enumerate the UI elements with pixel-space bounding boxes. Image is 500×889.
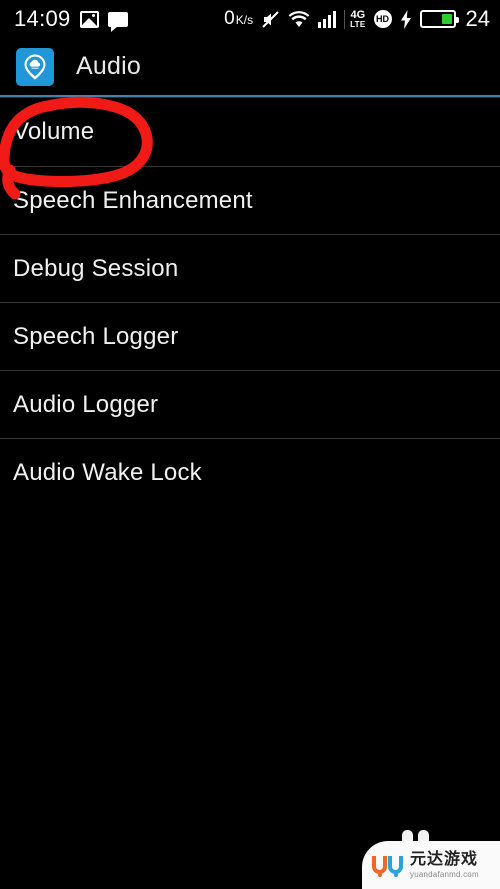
watermark-card: 元达游戏 yuandafanmd.com — [362, 841, 500, 889]
watermark-text: 元达游戏 yuandafanmd.com — [410, 850, 479, 879]
list-item-label: Volume — [13, 118, 95, 145]
photo-icon — [79, 10, 99, 28]
list-item[interactable]: Speech Enhancement — [0, 166, 500, 234]
list-item-label: Debug Session — [13, 254, 179, 282]
lte-top-label: 4G — [350, 8, 366, 21]
lte-bottom-label: LTE — [350, 19, 366, 29]
list-item[interactable]: Audio Logger — [0, 370, 500, 438]
battery-icon — [419, 10, 459, 28]
signal-icon — [318, 10, 337, 28]
cloud-pin-icon — [16, 47, 54, 86]
list-item-label: Audio Wake Lock — [13, 458, 202, 486]
network-speed-unit: K/s — [235, 13, 254, 27]
watermark-mascot-ears — [402, 830, 429, 843]
status-bar-right: 0 K/s 4G LTE HD 24 — [224, 6, 490, 32]
app-bar: Audio — [0, 38, 500, 95]
phone-screen: 14:09 0 K/s 4G LTE HD 24 Audio Volume Sp… — [0, 0, 500, 889]
header-accent-divider — [0, 95, 500, 98]
battery-fill — [442, 14, 452, 24]
message-icon — [107, 11, 128, 32]
wifi-icon — [288, 10, 310, 28]
list-item-label: Speech Enhancement — [13, 186, 253, 214]
network-speed: 0 K/s — [224, 8, 253, 30]
status-bar-left: 14:09 — [14, 6, 128, 32]
page-title: Audio — [76, 52, 141, 80]
hd-icon: HD — [373, 10, 392, 28]
settings-list: Volume Speech Enhancement Debug Session Spe… — [0, 98, 500, 506]
charging-bolt-icon — [400, 9, 412, 29]
watermark-logo-u-right — [388, 856, 403, 874]
list-item-label: Speech Logger — [13, 322, 179, 350]
list-item[interactable]: Speech Logger — [0, 302, 500, 370]
battery-percent-label: 24 — [465, 6, 490, 31]
network-speed-value: 0 — [224, 8, 235, 29]
list-item-label: Audio Logger — [13, 390, 159, 418]
watermark-logo-icon — [372, 856, 403, 874]
watermark-url: yuandafanmd.com — [410, 869, 479, 879]
watermark: 元达游戏 yuandafanmd.com — [340, 819, 500, 889]
list-item[interactable]: Audio Wake Lock — [0, 438, 500, 506]
4g-lte-icon: 4G LTE — [344, 8, 366, 29]
watermark-logo-u-left — [372, 856, 387, 874]
watermark-brand: 元达游戏 — [410, 850, 479, 868]
mute-icon — [261, 10, 280, 29]
list-item[interactable]: Debug Session — [0, 234, 500, 302]
status-clock: 14:09 — [14, 6, 71, 31]
status-bar: 14:09 0 K/s 4G LTE HD 24 — [0, 0, 500, 38]
list-item[interactable]: Volume — [0, 98, 500, 166]
